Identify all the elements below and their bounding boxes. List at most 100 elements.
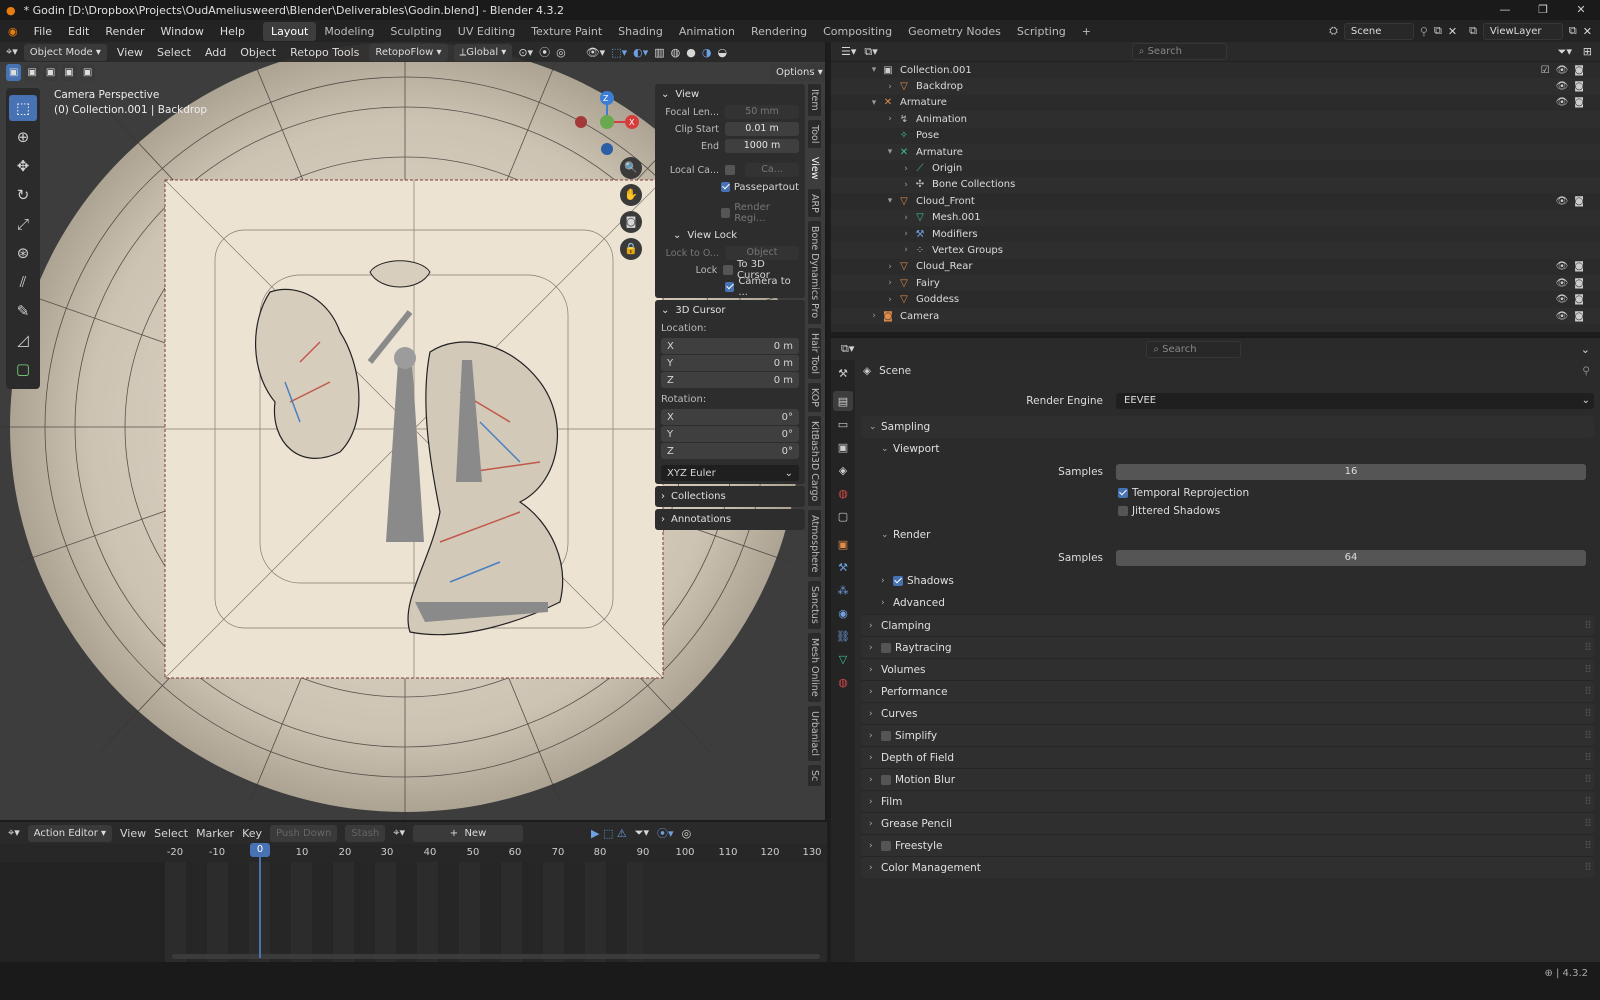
render-tab-icon[interactable]: ▤ xyxy=(833,391,853,411)
outliner-item-name[interactable]: Goddess xyxy=(916,294,959,305)
overlay-toggle-icon[interactable]: ◐▾ xyxy=(633,46,648,59)
local-camera-checkbox[interactable] xyxy=(725,165,735,175)
particles-tab-icon[interactable]: ⁂ xyxy=(833,580,853,600)
chevron-right-icon[interactable]: › xyxy=(899,229,913,239)
filter-icon[interactable]: ⏷▾ xyxy=(1558,45,1572,59)
panel-volumes[interactable]: › Volumes ⠿ xyxy=(861,658,1594,680)
blender-menu-icon[interactable]: ◉ xyxy=(0,25,26,38)
tab-animation[interactable]: Animation xyxy=(671,22,743,41)
rotate-tool-icon[interactable]: ↻ xyxy=(9,182,37,208)
scene-field[interactable]: Scene xyxy=(1343,22,1414,40)
panel-depth-of-field[interactable]: › Depth of Field ⠿ xyxy=(861,746,1594,768)
panel-clamping[interactable]: › Clamping ⠿ xyxy=(861,614,1594,636)
vp-menu-retopo-tools[interactable]: Retopo Tools xyxy=(286,46,363,59)
render-subpanel-header[interactable]: ⌄ Render xyxy=(861,524,1594,546)
pin-icon[interactable]: ⚲ xyxy=(1420,25,1428,38)
material-tab-icon[interactable]: ◍ xyxy=(833,672,853,692)
panel-freestyle[interactable]: › Freestyle ⠿ xyxy=(861,834,1594,856)
outliner-row[interactable]: › ◙ Camera 👁◙ xyxy=(831,307,1600,325)
tab-layout[interactable]: Layout xyxy=(262,21,317,41)
tab-item[interactable]: Item xyxy=(808,84,821,116)
outliner-item-name[interactable]: Mesh.001 xyxy=(932,212,981,223)
minimize-button[interactable]: — xyxy=(1486,0,1524,20)
add-workspace-icon[interactable]: + xyxy=(1074,22,1099,41)
tab-modeling[interactable]: Modeling xyxy=(316,22,382,41)
keyframe-area[interactable] xyxy=(0,862,827,962)
action-editor[interactable]: ⌖▾ Action Editor ▾ View Select Marker Ke… xyxy=(0,820,827,962)
chevron-right-icon[interactable]: › xyxy=(883,262,897,272)
properties-search-input[interactable]: ⌕ Search xyxy=(1146,340,1242,358)
tab-atmosphere[interactable]: Atmosphere xyxy=(808,509,821,578)
visibility-toggles[interactable]: 👁◙ xyxy=(1556,311,1590,322)
chevron-down-icon[interactable]: ⌄ xyxy=(1581,343,1590,356)
rotation-x-field[interactable]: 0° xyxy=(782,412,793,423)
tab-kitbash3d-cargo[interactable]: KitBash3D Cargo xyxy=(808,415,821,506)
tab-shading[interactable]: Shading xyxy=(610,22,671,41)
view-layer-icon[interactable]: ⧉ xyxy=(1469,24,1477,38)
shadows-checkbox[interactable] xyxy=(893,576,903,586)
menu-file[interactable]: File xyxy=(26,25,60,38)
location-z-field[interactable]: 0 m xyxy=(774,375,793,386)
panel-performance[interactable]: › Performance ⠿ xyxy=(861,680,1594,702)
visibility-toggles[interactable]: 👁◙ xyxy=(1556,294,1590,305)
rotation-z-field[interactable]: 0° xyxy=(782,446,793,457)
advanced-subpanel-header[interactable]: › Advanced xyxy=(861,592,1594,614)
panel-curves[interactable]: › Curves ⠿ xyxy=(861,702,1594,724)
filter-icon[interactable]: ▶ ⬚ ⚠ xyxy=(591,827,627,840)
drag-handle-icon[interactable]: ⠿ xyxy=(1584,708,1592,720)
chevron-right-icon[interactable]: › xyxy=(899,213,913,223)
outliner-item-name[interactable]: Camera xyxy=(900,311,939,322)
outliner-row[interactable]: › ⚒ Modifiers xyxy=(831,226,1600,242)
gizmo-toggle-icon[interactable]: ⬚▾ xyxy=(611,46,627,59)
drag-handle-icon[interactable]: ⠿ xyxy=(1584,774,1592,786)
outliner-item-name[interactable]: Origin xyxy=(932,163,962,174)
world-tab-icon[interactable]: ◍ xyxy=(833,483,853,503)
menu-help[interactable]: Help xyxy=(212,25,253,38)
panel-enable-checkbox[interactable] xyxy=(881,730,891,741)
tab-geometry-nodes[interactable]: Geometry Nodes xyxy=(900,22,1009,41)
ae-menu-key[interactable]: Key xyxy=(242,827,262,840)
chevron-right-icon[interactable]: › xyxy=(899,245,913,255)
shadows-subpanel-header[interactable]: › Shadows xyxy=(861,570,1594,592)
outliner-row[interactable]: › ↯ Animation xyxy=(831,111,1600,128)
outliner-row[interactable]: ▾ ▣ Collection.001 ☑👁◙ xyxy=(831,62,1600,78)
shading-material-icon[interactable]: ◑ xyxy=(702,46,712,59)
visibility-toggles[interactable]: 👁◙ xyxy=(1556,81,1590,92)
menu-render[interactable]: Render xyxy=(97,25,152,38)
delete-view-layer-icon[interactable]: ✕ xyxy=(1583,25,1592,38)
collections-section[interactable]: › Collections xyxy=(655,486,805,507)
outliner-row[interactable]: › ▽ Cloud_Rear 👁◙ xyxy=(831,259,1600,275)
panel-enable-checkbox[interactable] xyxy=(881,774,891,785)
tab-kop[interactable]: KOP xyxy=(808,382,821,412)
frame-ruler[interactable]: -20 -10 10 20 30 40 50 60 70 80 90 100 1… xyxy=(0,844,827,862)
outliner-row[interactable]: ▾ ▽ Cloud_Front 👁◙ xyxy=(831,193,1600,209)
chevron-right-icon[interactable]: › xyxy=(899,180,913,190)
drag-handle-icon[interactable]: ⠿ xyxy=(1584,620,1592,632)
outliner-item-name[interactable]: Cloud_Rear xyxy=(916,261,972,272)
measure-tool-icon[interactable]: ◿ xyxy=(9,327,37,353)
visibility-toggles[interactable]: ☑👁◙ xyxy=(1541,65,1590,76)
close-button[interactable]: ✕ xyxy=(1562,0,1600,20)
annotations-section[interactable]: › Annotations xyxy=(655,509,805,530)
transform-tool-icon[interactable]: ⊛ xyxy=(9,240,37,266)
chevron-right-icon[interactable]: › xyxy=(899,164,913,174)
location-x-field[interactable]: 0 m xyxy=(774,341,793,352)
maximize-button[interactable]: ❐ xyxy=(1524,0,1562,20)
clip-start-field[interactable]: 0.01 m xyxy=(725,122,799,136)
ae-menu-view[interactable]: View xyxy=(120,827,146,840)
rotation-y-field[interactable]: 0° xyxy=(782,429,793,440)
outliner-item-name[interactable]: Collection.001 xyxy=(900,65,972,76)
outliner-item-name[interactable]: Backdrop xyxy=(916,81,963,92)
tab-sculpting[interactable]: Sculpting xyxy=(382,22,449,41)
shading-wireframe-icon[interactable]: ◍ xyxy=(671,46,681,59)
ae-menu-select[interactable]: Select xyxy=(154,827,188,840)
tab-texture-paint[interactable]: Texture Paint xyxy=(523,22,610,41)
constraints-tab-icon[interactable]: ⛓ xyxy=(833,626,853,646)
mode-dropdown[interactable]: Object Mode ▾ xyxy=(23,43,107,61)
outliner-item-name[interactable]: Pose xyxy=(916,130,939,141)
lock-to-cursor-checkbox[interactable] xyxy=(723,265,734,275)
ae-menu-marker[interactable]: Marker xyxy=(196,827,234,840)
new-action-button[interactable]: + New xyxy=(412,824,523,842)
viewport-subpanel-header[interactable]: ⌄ Viewport xyxy=(861,438,1594,460)
tab-sc[interactable]: Sc xyxy=(808,764,821,787)
